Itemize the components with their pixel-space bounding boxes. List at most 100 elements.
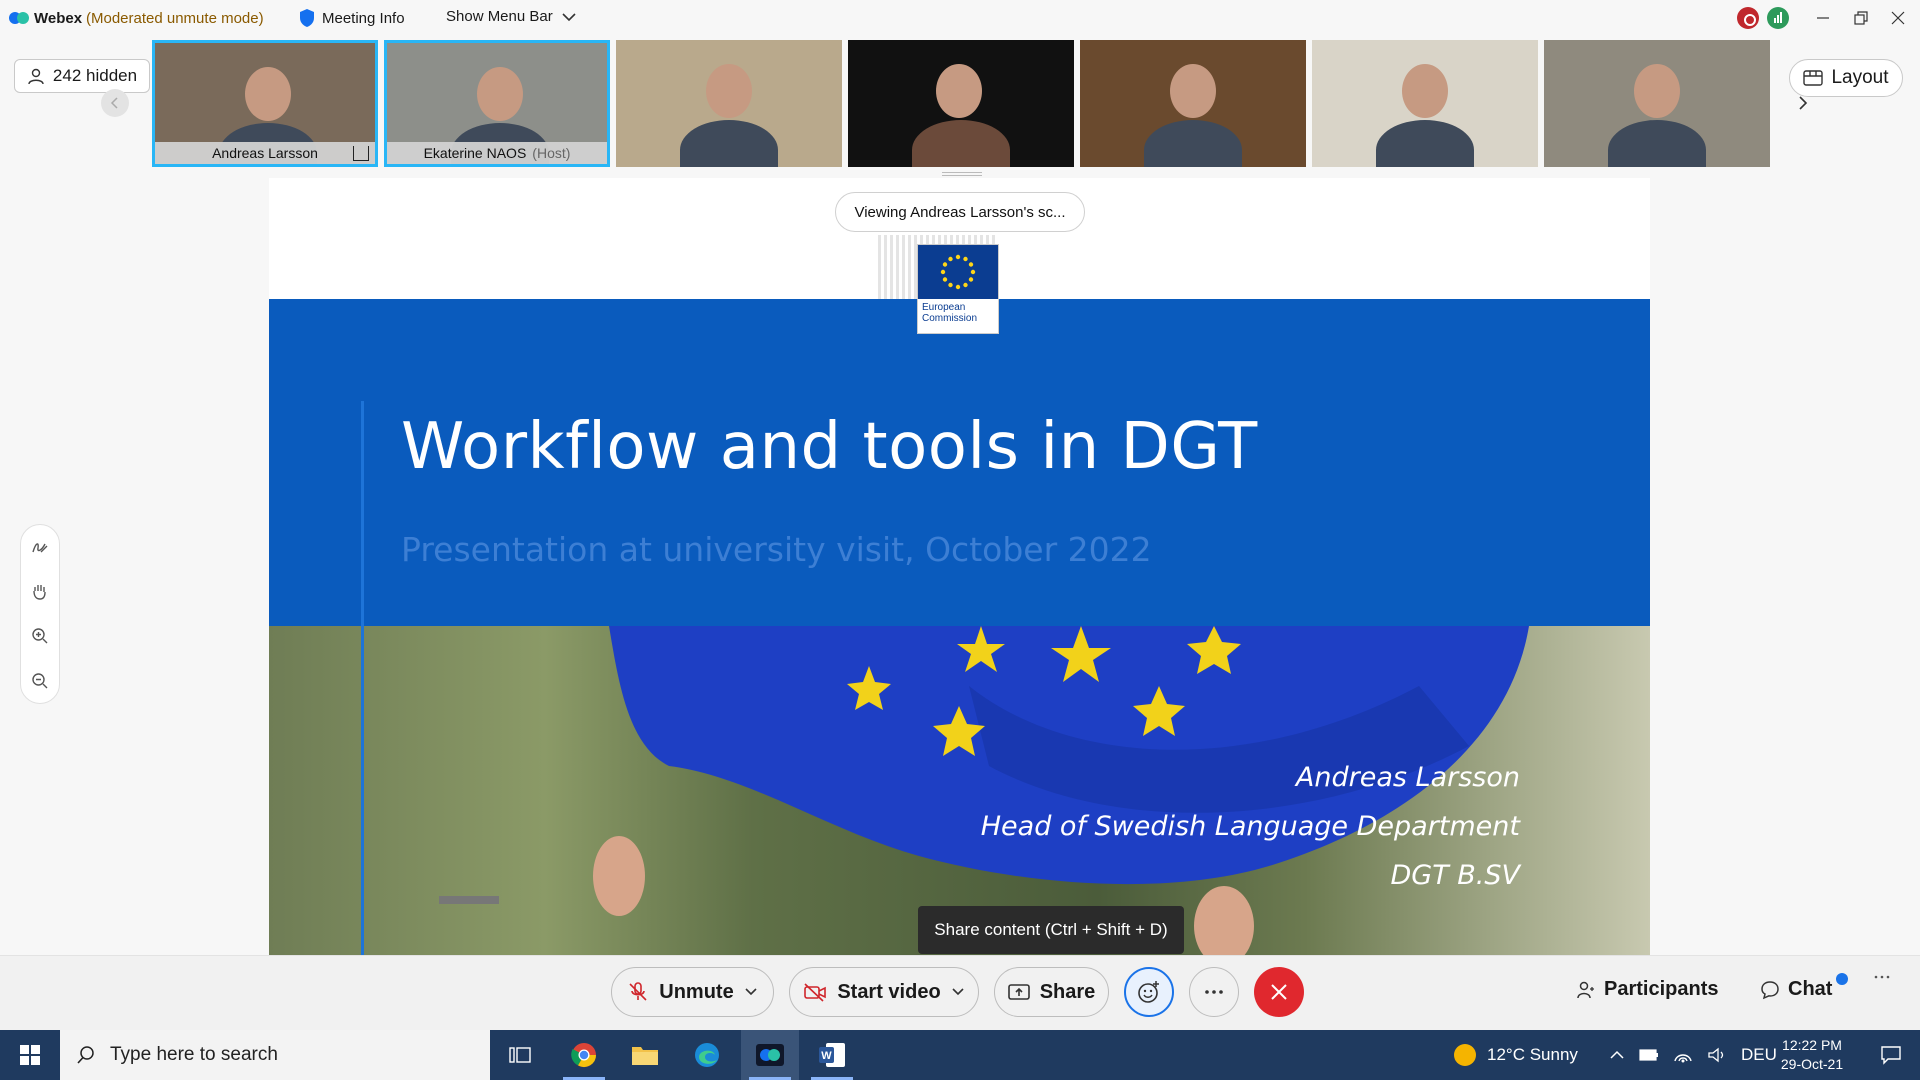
speaker-icon[interactable]	[1707, 1047, 1727, 1063]
participant-body	[1608, 120, 1706, 167]
taskbar-word[interactable]: W	[803, 1030, 861, 1080]
show-menu-bar-label: Show Menu Bar	[446, 8, 553, 25]
taskbar-file-explorer[interactable]	[616, 1030, 674, 1080]
show-menu-bar-button[interactable]: Show Menu Bar	[446, 8, 577, 25]
participant-video-tile[interactable]	[848, 40, 1074, 167]
start-video-button[interactable]: Start video	[789, 967, 979, 1017]
webex-icon	[756, 1044, 784, 1066]
participant-video-tile[interactable]	[1544, 40, 1770, 167]
participant-video-tile[interactable]	[1080, 40, 1306, 167]
hidden-participants-button[interactable]: 242 hidden	[14, 59, 150, 93]
share-button[interactable]: Share	[994, 967, 1109, 1017]
strip-resize-handle[interactable]	[942, 172, 982, 176]
chevron-left-icon	[110, 97, 118, 109]
edge-icon	[695, 1043, 719, 1067]
chat-button[interactable]: Chat	[1760, 978, 1832, 1001]
network-health-icon[interactable]	[1767, 7, 1789, 29]
app-name: Webex	[34, 10, 83, 27]
viewing-share-indicator[interactable]: Viewing Andreas Larsson's sc...	[835, 192, 1085, 232]
leave-meeting-button[interactable]	[1254, 967, 1304, 1017]
slide-subtitle: Presentation at university visit, Octobe…	[401, 530, 1152, 569]
restore-button[interactable]	[1846, 4, 1876, 32]
taskbar-clock[interactable]: 12:22 PM 29-Oct-21	[1772, 1036, 1852, 1074]
recording-icon[interactable]	[1737, 7, 1759, 29]
participant-name-bar: Andreas Larsson	[155, 142, 375, 164]
chevron-down-icon[interactable]	[951, 987, 965, 997]
participant-video-tile[interactable]	[616, 40, 842, 167]
word-icon: W	[819, 1043, 845, 1067]
system-tray: DEU	[1609, 1030, 1777, 1080]
zoom-out-icon[interactable]	[28, 669, 52, 693]
participant-video-tile[interactable]	[1312, 40, 1538, 167]
close-icon	[1271, 984, 1287, 1000]
participant-body	[680, 120, 778, 167]
task-view-icon	[509, 1047, 531, 1063]
minimize-icon	[1817, 17, 1829, 19]
video-off-icon	[804, 983, 827, 1002]
participant-body	[1376, 120, 1474, 167]
chevron-up-icon[interactable]	[1609, 1050, 1625, 1060]
start-button[interactable]	[0, 1030, 60, 1080]
logo-text-line1: European	[922, 302, 966, 313]
layout-button[interactable]: Layout	[1789, 59, 1903, 97]
european-commission-logo: European Commission	[917, 244, 999, 334]
weather-widget[interactable]: 12°C Sunny	[1453, 1030, 1578, 1080]
participant-video-tile[interactable]: Ekaterine NAOS (Host)	[384, 40, 610, 167]
meeting-info-button[interactable]: Meeting Info	[298, 8, 405, 28]
participant-face	[1170, 64, 1216, 118]
windows-taskbar: Type here to search W 12°C Sunny DEU 12:…	[0, 1030, 1920, 1080]
share-tooltip-text: Share content (Ctrl + Shift + D)	[934, 920, 1168, 939]
notification-center-button[interactable]	[1866, 1030, 1916, 1080]
share-label: Share	[1039, 980, 1096, 1003]
zoom-in-icon[interactable]	[28, 624, 52, 648]
share-tooltip: Share content (Ctrl + Shift + D)	[918, 906, 1184, 954]
slide-title: Workflow and tools in DGT	[401, 410, 1258, 484]
chevron-down-icon[interactable]	[744, 987, 758, 997]
annotate-icon[interactable]	[28, 535, 52, 559]
meeting-info-label: Meeting Info	[322, 9, 405, 27]
participants-label: Participants	[1604, 978, 1719, 1000]
control-bar-more-button[interactable]	[1874, 974, 1890, 980]
participant-name-bar: Ekaterine NAOS (Host)	[387, 142, 607, 164]
participant-face	[936, 64, 982, 118]
task-view-button[interactable]	[491, 1030, 549, 1080]
more-options-button[interactable]	[1189, 967, 1239, 1017]
more-icon	[1874, 975, 1890, 979]
wifi-icon[interactable]	[1673, 1047, 1693, 1063]
meeting-mode: (Moderated unmute mode)	[86, 10, 264, 27]
participant-name: Ekaterine NAOS	[423, 145, 527, 161]
unmute-label: Unmute	[659, 980, 734, 1003]
close-button[interactable]	[1883, 4, 1913, 32]
unmute-button[interactable]: Unmute	[611, 967, 774, 1017]
participant-face	[706, 64, 752, 118]
reactions-button[interactable]	[1124, 967, 1174, 1017]
slide-accent-line	[361, 401, 364, 955]
emoji-icon	[1138, 981, 1159, 1003]
taskbar-edge[interactable]	[678, 1030, 736, 1080]
share-side-toolbar	[20, 524, 60, 704]
folder-icon	[632, 1047, 658, 1065]
chrome-icon	[571, 1043, 596, 1068]
taskbar-search-box[interactable]: Type here to search	[60, 1030, 490, 1080]
participant-face	[1402, 64, 1448, 118]
participants-icon	[1577, 981, 1594, 998]
chevron-down-icon	[562, 12, 576, 21]
participant-video-tile[interactable]: Andreas Larsson	[152, 40, 378, 167]
windows-logo-icon	[20, 1045, 40, 1065]
slide-author-block: Andreas Larsson Head of Swedish Language…	[981, 753, 1520, 900]
participant-role: (Host)	[532, 145, 571, 161]
author-unit: DGT B.SV	[1390, 860, 1520, 891]
strip-previous-button[interactable]	[101, 89, 129, 117]
svg-text:W: W	[821, 1050, 832, 1062]
participant-body	[912, 120, 1010, 167]
eu-stars-icon	[940, 254, 976, 290]
close-icon	[1891, 11, 1905, 25]
battery-icon[interactable]	[1639, 1049, 1659, 1061]
clock-time: 12:22 PM	[1782, 1037, 1842, 1053]
participants-button[interactable]: Participants	[1576, 978, 1718, 1001]
taskbar-webex[interactable]	[741, 1030, 799, 1080]
search-icon	[77, 1046, 94, 1064]
minimize-button[interactable]	[1808, 4, 1838, 32]
hand-icon[interactable]	[28, 580, 52, 604]
taskbar-chrome[interactable]	[555, 1030, 613, 1080]
